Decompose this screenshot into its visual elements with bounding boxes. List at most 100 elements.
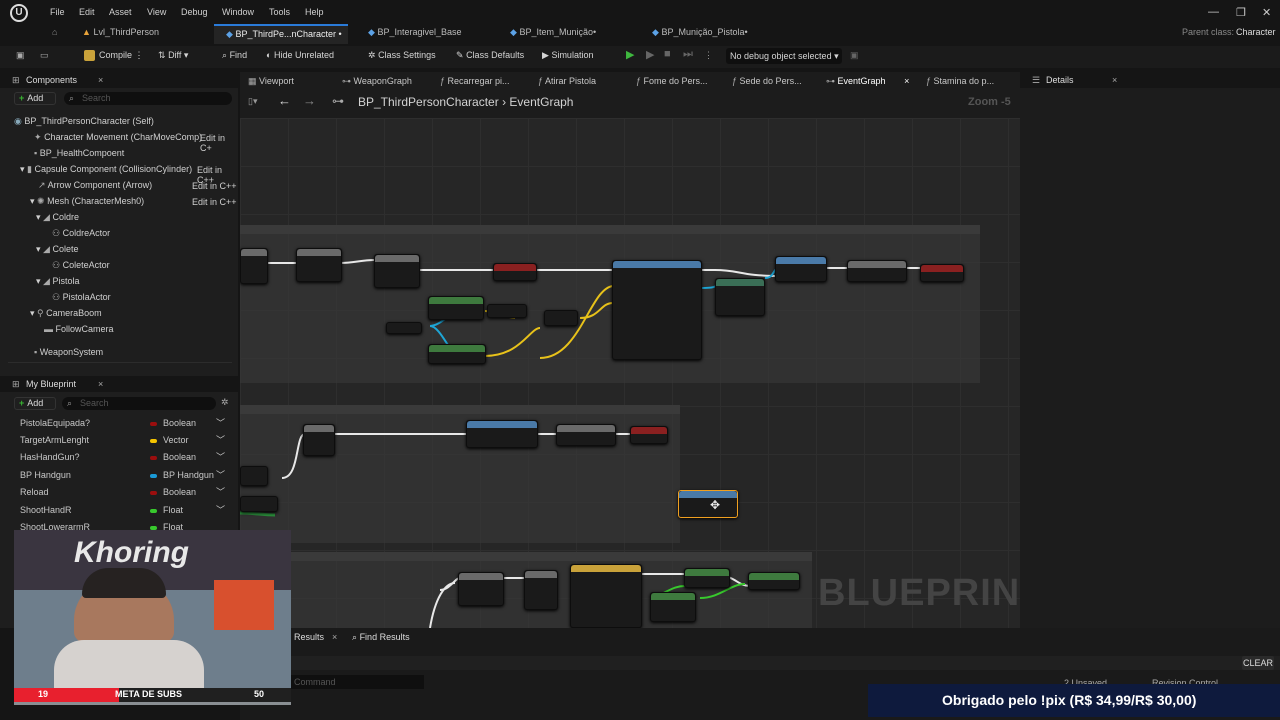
play-options-icon[interactable]: ⋮ <box>704 50 713 61</box>
graph-canvas[interactable]: ✥ BLUEPRINT <box>240 118 1020 628</box>
tab-sede[interactable]: ƒ Sede do Pers... <box>732 76 802 86</box>
set-node[interactable] <box>748 572 800 590</box>
get-component-node[interactable] <box>428 344 486 364</box>
timeline-node[interactable] <box>570 564 642 628</box>
close-tab-icon[interactable]: × <box>904 76 909 86</box>
my-blueprint-search-input[interactable]: ⌕ Search <box>62 397 216 410</box>
tree-item-self[interactable]: ◉ BP_ThirdPersonCharacter (Self) <box>14 114 154 128</box>
variable-row[interactable]: Reload Boolean ﹀ <box>20 485 230 500</box>
blueprint-node[interactable] <box>240 496 278 512</box>
menu-edit[interactable]: Edit <box>79 7 95 17</box>
class-defaults-button[interactable]: ✎ Class Defaults <box>456 50 524 61</box>
break-hit-node[interactable] <box>715 278 765 316</box>
close-panel-icon[interactable]: × <box>98 72 103 88</box>
variable-row[interactable]: ShootHandR Float ﹀ <box>20 503 230 518</box>
tree-item-pistola[interactable]: ▾ ◢ Pistola <box>36 274 79 288</box>
tree-item-colete[interactable]: ▾ ◢ Colete <box>36 242 78 256</box>
tree-item-coldre-actor[interactable]: ⚇ ColdreActor <box>52 226 110 240</box>
set-node[interactable] <box>630 426 668 444</box>
parent-class-value[interactable]: Character <box>1236 27 1276 37</box>
simulation-button[interactable]: ▶ Simulation <box>542 50 593 61</box>
hide-unrelated-button[interactable]: ◐ Hide Unrelated <box>266 50 334 60</box>
class-settings-button[interactable]: ✲ Class Settings <box>368 50 436 61</box>
edit-in-cpp-link[interactable]: Edit in C+ <box>200 133 238 153</box>
tab-lvl-thirdperson[interactable]: ▲ Lvl_ThirdPerson <box>70 24 210 44</box>
variable-row[interactable]: PistolaEquipada? Boolean ﹀ <box>20 416 230 431</box>
forward-arrow-icon[interactable]: → <box>303 93 316 108</box>
debug-object-select[interactable]: No debug object selected ▾ <box>726 48 842 64</box>
breadcrumb-leaf[interactable]: EventGraph <box>509 95 573 109</box>
chevron-icon[interactable]: ﹀ <box>216 468 225 483</box>
tree-item-follow-camera[interactable]: ▬ FollowCamera <box>44 322 114 336</box>
sequence-node[interactable] <box>303 424 335 456</box>
variable-row[interactable]: TargetArmLenght Vector ﹀ <box>20 433 230 448</box>
tab-bp-interagivel-base[interactable]: ◆ BP_Interagivel_Base <box>356 24 496 44</box>
tab-viewport[interactable]: ▦ Viewport <box>248 76 294 87</box>
chevron-icon[interactable]: ﹀ <box>216 485 225 500</box>
tab-bp-item-municao[interactable]: ◆ BP_Item_Munição• <box>498 24 638 44</box>
tree-item-pistola-actor[interactable]: ⚇ PistolaActor <box>52 290 111 304</box>
tab-weapon-graph[interactable]: ⊶ WeaponGraph <box>342 76 412 87</box>
step-icon[interactable]: ▶ <box>646 48 654 61</box>
tree-item-weapon-system[interactable]: ▪ WeaponSystem <box>34 345 103 359</box>
menu-help[interactable]: Help <box>305 7 324 17</box>
close-panel-icon[interactable]: × <box>1112 72 1117 88</box>
back-arrow-icon[interactable]: ← <box>278 93 291 108</box>
delay-node[interactable] <box>847 260 907 282</box>
tab-compiler-results[interactable]: Results <box>294 632 324 642</box>
variable-row[interactable]: HasHandGun? Boolean ﹀ <box>20 450 230 465</box>
chevron-icon[interactable]: ﹀ <box>216 416 225 431</box>
variable-node[interactable] <box>386 322 422 334</box>
branch-node[interactable] <box>374 254 420 288</box>
set-node[interactable] <box>493 263 537 281</box>
add-member-button[interactable]: + Add <box>14 397 56 410</box>
tab-atirar-pistola[interactable]: ƒ Atirar Pistola <box>538 76 596 86</box>
debug-filter-icon[interactable]: ▣ <box>850 50 859 61</box>
tab-stamina[interactable]: ƒ Stamina do p... <box>926 76 994 86</box>
unreal-logo-icon[interactable]: U <box>10 4 28 22</box>
delay-node[interactable] <box>556 424 616 446</box>
chevron-icon[interactable]: ﹀ <box>216 433 225 448</box>
tree-item-capsule[interactable]: ▾ ▮ Capsule Component (CollisionCylinder… <box>20 162 192 176</box>
stop-icon[interactable]: ■ <box>664 48 671 60</box>
tab-bp-municao-pistola[interactable]: ◆ BP_Munição_Pistola• <box>640 24 780 44</box>
menu-tools[interactable]: Tools <box>269 7 290 17</box>
close-panel-icon[interactable]: × <box>98 376 103 392</box>
set-node[interactable] <box>920 264 964 282</box>
sphere-trace-node[interactable] <box>612 260 702 360</box>
menu-window[interactable]: Window <box>222 7 254 17</box>
tree-item-colete-actor[interactable]: ⚇ ColeteActor <box>52 258 110 272</box>
tab-event-graph[interactable]: ⊶ EventGraph × <box>826 76 909 87</box>
function-node[interactable] <box>775 256 827 282</box>
skip-icon[interactable]: ⏭ <box>683 48 693 61</box>
menu-asset[interactable]: Asset <box>109 7 132 17</box>
blueprint-node[interactable] <box>240 248 268 284</box>
add-component-button[interactable]: + Add <box>14 92 56 105</box>
home-icon[interactable]: ⌂ <box>52 27 57 37</box>
components-search-input[interactable]: ⌕ Search <box>64 92 232 105</box>
browse-icon[interactable]: ▭ <box>40 50 49 61</box>
chevron-icon[interactable]: ﹀ <box>216 503 225 518</box>
tree-item-coldre[interactable]: ▾ ◢ Coldre <box>36 210 79 224</box>
menu-view[interactable]: View <box>147 7 166 17</box>
edit-in-cpp-link[interactable]: Edit in C++ <box>192 197 237 207</box>
graph-options-icon[interactable]: ▯▾ <box>248 96 257 107</box>
tab-recarregar[interactable]: ƒ Recarregar pi... <box>440 76 510 86</box>
tree-item-character-movement[interactable]: ✦ Character Movement (CharMoveComp) <box>34 130 202 144</box>
find-button[interactable]: ⌕ Find <box>222 50 247 61</box>
selected-node[interactable] <box>678 490 738 518</box>
diff-button[interactable]: ⇅ Diff ▾ <box>158 50 188 61</box>
math-node[interactable] <box>487 304 527 318</box>
settings-gear-icon[interactable]: ✲ <box>221 397 229 408</box>
lerp-node[interactable] <box>650 592 696 622</box>
edit-in-cpp-link[interactable]: Edit in C++ <box>192 181 237 191</box>
clear-button[interactable]: CLEAR <box>1242 656 1274 670</box>
save-icon[interactable]: ▣ <box>16 50 25 61</box>
play-icon[interactable]: ▶ <box>626 48 634 61</box>
chevron-icon[interactable]: ﹀ <box>216 450 225 465</box>
tree-item-camera-boom[interactable]: ▾ ⚲ CameraBoom <box>30 306 102 320</box>
menu-debug[interactable]: Debug <box>181 7 208 17</box>
close-tab-icon[interactable]: × <box>332 632 337 642</box>
breadcrumb-root[interactable]: BP_ThirdPersonCharacter <box>358 95 499 109</box>
variable-row[interactable]: BP Handgun BP Handgun ﹀ <box>20 468 230 483</box>
